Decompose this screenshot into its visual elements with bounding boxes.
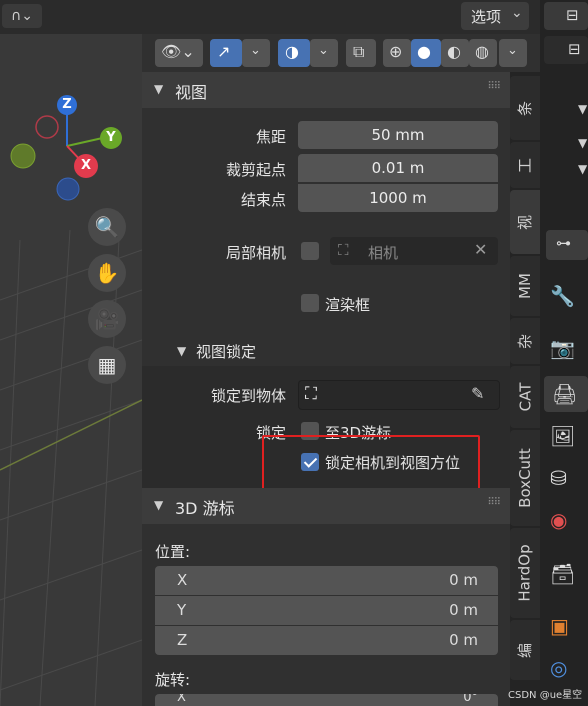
cursor-x-label: X xyxy=(177,571,188,589)
properties-strip: ⊟ ⊟ ▼ ▼ ▼ ⊶ 🔧 📷 🖨 🖼 ⛁ ◉ 🗃 ▣ ◎ xyxy=(540,0,588,706)
clear-x-icon[interactable]: ✕ xyxy=(474,240,487,259)
collapse-triangle-icon: ▼ xyxy=(154,498,164,512)
tree-expand-icon[interactable]: ▼ xyxy=(578,102,587,116)
focal-length-label: 焦距 xyxy=(255,128,286,146)
lock-to-object-field[interactable]: ⛶ ✎ xyxy=(298,380,500,410)
clip-end-label: 结束点 xyxy=(240,191,286,209)
tab-misc[interactable]: 杂 xyxy=(510,318,540,364)
options-dropdown[interactable]: 选项 ⌄ xyxy=(461,2,529,30)
collapse-triangle-icon: ▼ xyxy=(154,82,164,96)
tab-boxcutter[interactable]: BoxCutt xyxy=(510,430,540,526)
clip-end-field[interactable]: 1000 m xyxy=(298,184,498,212)
hand-pan-icon[interactable]: ✋ xyxy=(88,254,126,292)
rotation-label: 旋转: xyxy=(155,671,191,689)
collection-icon[interactable]: 🗃 xyxy=(550,562,575,586)
cursor-panel-title: 3D 游标 xyxy=(175,499,235,518)
drag-grip-icon[interactable]: ⠿⠿ xyxy=(487,81,501,92)
tree-expand-icon[interactable]: ▼ xyxy=(578,162,587,176)
tool-icon[interactable]: 🔧 xyxy=(550,284,575,308)
chevron-down-icon: ⌄ xyxy=(511,5,523,21)
modifier-icon[interactable]: ◎ xyxy=(550,656,567,680)
tree-expand-icon[interactable]: ▼ xyxy=(578,136,587,150)
shading-dropdown-icon[interactable]: ⌄ xyxy=(499,39,527,67)
cursor-x-value: 0 m xyxy=(449,571,478,589)
cursor-rot-x-field[interactable]: X 0° xyxy=(155,694,498,706)
render-border-label: 渲染框 xyxy=(325,296,371,314)
gizmo-toggle-icon[interactable]: ↗ xyxy=(210,39,242,67)
xray-toggle-icon[interactable]: ⧉ xyxy=(346,39,376,67)
object-picker-icon: ⛶ xyxy=(305,384,317,404)
view-lock-title[interactable]: 视图锁定 xyxy=(196,341,256,362)
3d-viewport[interactable]: Z Y X 🔍 ✋ 🎥 ▦ xyxy=(0,0,142,706)
zoom-icon[interactable]: 🔍 xyxy=(88,208,126,246)
axis-gizmo[interactable] xyxy=(0,60,142,280)
grid-view-icon[interactable]: ▦ xyxy=(88,346,126,384)
focal-length-field[interactable]: 50 mm xyxy=(298,121,498,149)
tab-item[interactable]: 条 xyxy=(510,76,540,140)
cursor-panel-header[interactable]: ▼ 3D 游标 ⠿⠿ xyxy=(142,488,510,524)
tab-mm[interactable]: MM xyxy=(510,256,540,316)
options-label: 选项 xyxy=(471,8,502,26)
toggle-panel-icon[interactable]: ⊶ xyxy=(546,230,588,260)
gizmo-dropdown-icon[interactable]: ⌄ xyxy=(242,39,270,67)
filter-icon[interactable]: ⊟ xyxy=(544,36,588,64)
local-camera-label: 局部相机 xyxy=(225,244,286,262)
wireframe-shading-icon[interactable]: ⊕ xyxy=(383,39,411,67)
view-layer-icon[interactable]: 🖼 xyxy=(550,424,575,448)
highlight-box xyxy=(262,435,480,495)
camera-object-icon: ⛶ xyxy=(338,241,349,259)
object-icon[interactable]: ▣ xyxy=(550,614,569,638)
camera-view-icon[interactable]: 🎥 xyxy=(88,300,126,338)
solid-shading-icon[interactable]: ● xyxy=(411,39,441,67)
tab-hardops[interactable]: HardOp xyxy=(510,528,540,618)
tab-view[interactable]: 视 xyxy=(510,190,540,254)
world-icon[interactable]: ◉ xyxy=(550,508,567,532)
cursor-rot-x-label: X xyxy=(177,694,186,705)
render-icon[interactable]: 📷 xyxy=(550,336,575,360)
visibility-eye-icon[interactable]: 👁⌄ xyxy=(155,39,203,67)
location-label: 位置: xyxy=(155,543,191,561)
view-panel-header[interactable]: ▼ 视图 ⠿⠿ xyxy=(142,72,510,108)
material-shading-icon[interactable]: ◐ xyxy=(441,39,469,67)
render-border-checkbox[interactable] xyxy=(301,294,319,312)
watermark: CSDN @ue星空 xyxy=(508,690,583,701)
view-panel-title: 视图 xyxy=(175,83,208,102)
cursor-x-field[interactable]: X 0 m xyxy=(155,566,498,595)
eyedropper-icon[interactable]: ✎ xyxy=(471,384,484,403)
gizmo-y[interactable]: Y xyxy=(100,127,122,149)
collapse-triangle-icon[interactable]: ▼ xyxy=(177,344,186,358)
local-camera-field[interactable]: ⛶ 相机 ✕ xyxy=(330,237,498,265)
gizmo-x[interactable]: X xyxy=(74,154,98,178)
gizmo-z[interactable]: Z xyxy=(57,95,77,115)
cursor-z-value: 0 m xyxy=(449,631,478,649)
cursor-z-label: Z xyxy=(177,631,188,649)
drag-grip-icon[interactable]: ⠿⠿ xyxy=(487,497,501,508)
cursor-z-field[interactable]: Z 0 m xyxy=(155,626,498,655)
tab-tool[interactable]: 工 xyxy=(510,142,540,188)
curve-menu-icon[interactable]: ∩⌄ xyxy=(2,4,42,28)
tab-cat[interactable]: CAT xyxy=(510,366,540,428)
cursor-rot-x-value: 0° xyxy=(463,694,478,705)
local-camera-placeholder: 相机 xyxy=(368,244,399,262)
cursor-y-value: 0 m xyxy=(449,601,478,619)
clip-start-label: 裁剪起点 xyxy=(225,161,286,179)
overlay-dropdown-icon[interactable]: ⌄ xyxy=(310,39,338,67)
overlay-toggle-icon[interactable]: ◑ xyxy=(278,39,310,67)
clip-start-field[interactable]: 0.01 m xyxy=(298,154,498,182)
output-icon[interactable]: 🖨 xyxy=(544,376,588,412)
scene-icon[interactable]: ⛁ xyxy=(550,466,567,490)
cursor-y-label: Y xyxy=(177,601,187,619)
lock-to-object-label: 锁定到物体 xyxy=(210,387,286,405)
header-bar: ∩⌄ 选项 ⌄ xyxy=(0,0,540,34)
rendered-shading-icon[interactable]: ◍ xyxy=(469,39,497,67)
cursor-y-field[interactable]: Y 0 m xyxy=(155,596,498,625)
tab-edit[interactable]: 编 xyxy=(510,620,540,680)
outliner-icon[interactable]: ⊟ xyxy=(544,2,588,30)
local-camera-checkbox[interactable] xyxy=(301,242,319,260)
